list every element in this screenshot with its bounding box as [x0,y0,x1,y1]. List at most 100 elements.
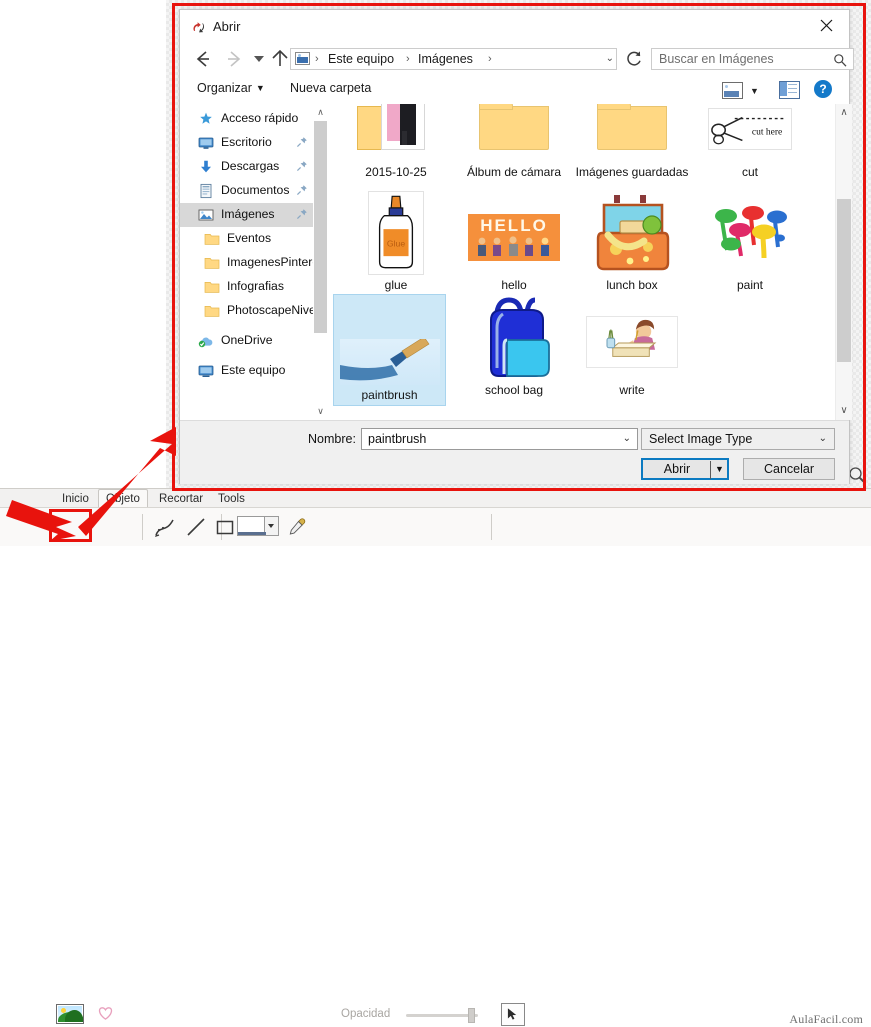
sidebar-item-este-equipo[interactable]: Este equipo [180,359,313,383]
breadcrumb-sep-0: › [315,53,319,65]
sidebar-item-infografias[interactable]: Infografias [180,275,313,299]
opacity-slider-thumb[interactable] [468,1008,475,1023]
chevron-down-icon: ▼ [255,83,265,93]
filelist-scroll-thumb[interactable] [837,199,851,362]
pin-icon[interactable] [296,136,308,148]
color-dropdown[interactable] [237,516,279,536]
rectangle-tool-icon[interactable] [213,515,237,539]
folder-icon [204,306,220,317]
glue-image-thumbnail: Glue [341,190,451,275]
sidebar-scrollbar[interactable]: ∧ ∨ [313,104,328,420]
open-button[interactable]: Abrir ▼ [641,458,729,480]
pin-icon[interactable] [296,184,308,196]
curve-tool-icon[interactable] [153,515,177,539]
dialog-body: Acceso rápido Escritorio Descargas Docum… [180,104,852,420]
filelist-scroll-up-icon[interactable]: ∧ [836,104,852,121]
help-icon[interactable]: ? [814,80,832,98]
image-tool-highlight-box [49,509,92,542]
file-item-cut[interactable]: cut here cut [691,104,809,179]
file-list-scrollbar[interactable]: ∧ ∨ [835,104,852,420]
sidebar-item-imagenes[interactable]: Imágenes [180,203,313,227]
app-tab-tools[interactable]: Tools [211,490,252,508]
open-button-label: Abrir [663,462,691,476]
filename-input[interactable]: paintbrush ⌄ [361,428,638,450]
file-item-2015-10-25[interactable]: 2015-10-25 [337,104,455,179]
app-tab-recortar[interactable]: Recortar [152,490,210,508]
sidebar-item-acceso-rapido[interactable]: Acceso rápido [180,107,313,131]
breadcrumb-item-1[interactable]: Imágenes [418,52,473,66]
file-item-glue[interactable]: Glue glue [337,190,455,292]
dialog-navigation-row: › Este equipo › Imágenes › ⌄ Buscar en I… [180,43,854,75]
app-tab-objeto[interactable]: Objeto [98,489,148,509]
line-tool-icon[interactable] [184,515,208,539]
breadcrumb-dropdown-icon[interactable]: ⌄ [606,53,614,64]
pin-icon[interactable] [296,208,308,220]
folder-icon [204,234,220,245]
documents-icon [200,183,212,199]
lunchbox-image-thumbnail [577,190,687,275]
open-button-caret-icon[interactable]: ▼ [715,464,724,474]
file-item-write[interactable]: write [573,294,691,397]
sidebar-item-escritorio[interactable]: Escritorio [180,131,313,155]
sidebar-item-documentos[interactable]: Documentos [180,179,313,203]
write-image-thumbnail [577,294,687,380]
app-tab-inicio[interactable]: Inicio [55,490,96,508]
sidebar-item-photoscapenivel[interactable]: PhotoscapeNive [180,299,313,323]
image-tool-icon[interactable] [56,1004,84,1024]
sidebar-scroll-up-icon[interactable]: ∧ [313,104,328,121]
file-type-select[interactable]: Select Image Type ⌄ [641,428,835,450]
preview-pane-icon[interactable] [779,81,800,99]
folder-thumbnail [459,104,569,162]
file-item-imagenes-guardadas[interactable]: Imágenes guardadas [573,104,691,179]
new-folder-button[interactable]: Nueva carpeta [290,81,371,95]
file-name: lunch box [606,278,658,292]
file-name: paintbrush [361,388,418,402]
desktop-icon [198,137,214,149]
toolbar-separator-3 [491,514,492,540]
dialog-titlebar: Abrir [180,10,849,43]
file-name: school bag [484,383,544,397]
close-icon[interactable] [804,10,849,40]
sidebar-scroll-thumb[interactable] [314,121,327,333]
eyedropper-tool-icon[interactable] [285,515,309,539]
breadcrumb-item-0[interactable]: Este equipo [328,52,394,66]
file-item-lunch-box[interactable]: lunch box [573,190,691,292]
chevron-down-icon[interactable]: ⌄ [819,433,827,444]
up-arrow-icon[interactable] [268,47,292,71]
change-view-icon[interactable] [722,82,743,99]
sidebar-label-infografias: Infografias [227,279,284,293]
chevron-down-icon[interactable]: ⌄ [623,433,631,444]
breadcrumb-bar[interactable]: › Este equipo › Imágenes › ⌄ [290,48,617,70]
filelist-scroll-down-icon[interactable]: ∨ [836,402,852,419]
sidebar-item-imagenespinterest[interactable]: ImagenesPintere [180,251,313,275]
sidebar-item-onedrive[interactable]: OneDrive [180,329,313,353]
magnifier-icon[interactable] [848,466,866,484]
file-name: glue [384,278,408,292]
cancel-button[interactable]: Cancelar [743,458,835,480]
pointer-tool[interactable] [501,1003,525,1026]
sidebar-scroll-down-icon[interactable]: ∨ [313,403,328,420]
change-view-caret-icon[interactable]: ▼ [750,86,759,96]
sidebar-label-este-equipo: Este equipo [221,363,286,377]
search-input[interactable]: Buscar en Imágenes [651,48,854,70]
search-placeholder: Buscar en Imágenes [659,52,774,66]
breadcrumb-sep-1: › [406,53,410,65]
organize-button[interactable]: Organizar ▼ [197,81,265,95]
file-item-paint[interactable]: paint [691,190,809,292]
file-item-hello[interactable]: HELLO hello [455,190,573,292]
file-item-paintbrush[interactable]: paintbrush [333,294,446,406]
onedrive-icon [198,337,213,348]
sidebar-item-descargas[interactable]: Descargas [180,155,313,179]
pin-icon[interactable] [296,160,308,172]
file-item-album-de-camara[interactable]: Álbum de cámara [455,104,573,179]
refresh-icon[interactable] [623,48,645,70]
folder-photo-thumbnail [341,104,451,162]
back-arrow-icon[interactable] [191,47,215,71]
paint-image-thumbnail [695,190,805,275]
file-type-value: Select Image Type [649,432,753,446]
watermark: AulaFacil.com [789,1012,863,1026]
sidebar-item-eventos[interactable]: Eventos [180,227,313,251]
filename-label: Nombre: [308,432,356,446]
heart-shape-tool-icon[interactable] [96,1004,115,1021]
file-item-school-bag[interactable]: school bag [455,294,573,397]
